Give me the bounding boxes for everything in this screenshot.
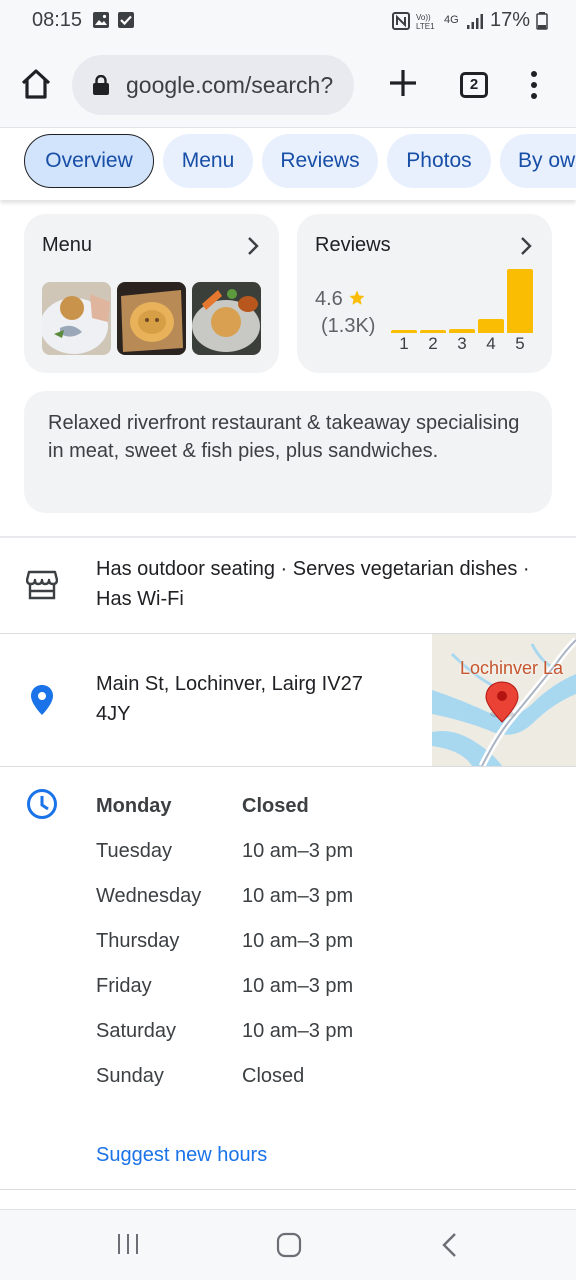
tab-switcher-button[interactable]: 2 bbox=[460, 72, 488, 98]
hours-day: Saturday bbox=[96, 1020, 177, 1042]
chip-by-owner[interactable]: By ow bbox=[500, 134, 576, 188]
menu-photo-1[interactable] bbox=[42, 282, 111, 355]
rating-bar-label: 4 bbox=[486, 334, 496, 353]
address-bar[interactable]: google.com/search? bbox=[72, 55, 354, 115]
hours-time: 10 am–3 pm bbox=[242, 930, 354, 952]
hours-time: Closed bbox=[242, 1065, 305, 1087]
place-description: Relaxed riverfront restaurant & takeaway… bbox=[24, 391, 552, 513]
url-text: google.com/search? bbox=[126, 71, 334, 98]
map-image bbox=[432, 634, 576, 766]
hours-day: Friday bbox=[96, 975, 152, 997]
reviews-card[interactable]: Reviews 4.6 (1.3K) 12345 bbox=[297, 214, 552, 373]
browser-toolbar: google.com/search? 2 bbox=[0, 42, 576, 128]
hours-time: 10 am–3 pm bbox=[242, 975, 354, 997]
star-icon bbox=[349, 290, 365, 305]
section-divider bbox=[0, 766, 576, 767]
chevron-right-icon bbox=[521, 237, 532, 255]
checkbox-notification-icon bbox=[118, 12, 134, 28]
rating-bar-1 bbox=[391, 330, 417, 333]
signal-icon bbox=[466, 13, 483, 29]
hours-time: 10 am–3 pm bbox=[242, 885, 354, 907]
recent-apps-icon[interactable] bbox=[116, 1232, 140, 1256]
rating-bar-label: 3 bbox=[457, 334, 467, 353]
hours-time: 10 am–3 pm bbox=[242, 840, 354, 862]
review-count: (1.3K) bbox=[321, 315, 376, 337]
rating-bar-2 bbox=[420, 330, 446, 333]
chip-photos[interactable]: Photos bbox=[387, 134, 491, 188]
rating-bar-label: 5 bbox=[515, 334, 525, 353]
map-thumbnail[interactable]: Lochinver La bbox=[432, 634, 576, 766]
chevron-right-icon bbox=[248, 237, 259, 255]
hours-day: Sunday bbox=[96, 1065, 164, 1087]
suggest-new-hours-link[interactable]: Suggest new hours bbox=[96, 1144, 267, 1167]
rating-bar-4 bbox=[478, 319, 504, 333]
location-pin-icon bbox=[31, 685, 53, 715]
status-bar: 08:15 Vo)) LTE1 4G 17% bbox=[0, 0, 576, 42]
status-time: 08:15 bbox=[32, 9, 83, 31]
more-options-icon[interactable] bbox=[522, 70, 546, 100]
lock-icon bbox=[93, 75, 109, 95]
rating-bar-5 bbox=[507, 269, 533, 333]
home-nav-icon[interactable] bbox=[276, 1232, 302, 1258]
new-tab-icon[interactable] bbox=[386, 66, 420, 100]
chip-reviews[interactable]: Reviews bbox=[262, 134, 378, 188]
rating-bar-label: 1 bbox=[399, 334, 409, 353]
hours-time: Closed bbox=[242, 795, 309, 817]
battery-percent: 17% bbox=[489, 9, 530, 31]
section-chips: Overview Menu Reviews Photos By ow bbox=[0, 128, 576, 200]
svg-text:Vo)): Vo)) bbox=[416, 13, 431, 22]
menu-photo-2[interactable] bbox=[117, 282, 186, 355]
menu-photo-3[interactable] bbox=[192, 282, 261, 355]
battery-icon bbox=[536, 11, 548, 30]
section-divider bbox=[0, 1189, 576, 1190]
svg-text:LTE1: LTE1 bbox=[416, 22, 435, 30]
gallery-notification-icon bbox=[93, 12, 109, 28]
chip-overview[interactable]: Overview bbox=[24, 134, 154, 188]
menu-card[interactable]: Menu bbox=[24, 214, 279, 373]
volte-icon: Vo)) LTE1 bbox=[416, 13, 435, 30]
menu-card-title: Menu bbox=[42, 234, 93, 256]
rating-bar-label: 2 bbox=[428, 334, 438, 353]
section-divider bbox=[0, 536, 576, 538]
system-navigation-bar bbox=[0, 1209, 576, 1280]
hours-day: Thursday bbox=[96, 930, 180, 952]
status-right: Vo)) LTE1 4G 17% bbox=[391, 9, 548, 32]
storefront-icon bbox=[26, 570, 58, 600]
clock-icon bbox=[27, 789, 57, 819]
hours-time: 10 am–3 pm bbox=[242, 1020, 354, 1042]
address-text: Main St, Lochinver, Lairg IV27 4JY bbox=[96, 673, 363, 725]
hours-day: Wednesday bbox=[96, 885, 202, 907]
chip-menu[interactable]: Menu bbox=[163, 134, 253, 188]
amenities-text: Has outdoor seating · Serves vegetarian … bbox=[96, 558, 530, 610]
nfc-icon bbox=[391, 11, 410, 30]
reviews-card-title: Reviews bbox=[315, 234, 391, 256]
map-place-label: Lochinver La bbox=[460, 658, 564, 678]
rating-bar-3 bbox=[449, 329, 475, 333]
home-icon[interactable] bbox=[18, 66, 54, 102]
hours-day: Monday bbox=[96, 795, 172, 817]
hours-day: Tuesday bbox=[96, 840, 172, 862]
back-icon[interactable] bbox=[440, 1232, 460, 1258]
network-type: 4G bbox=[443, 14, 459, 26]
rating-value: 4.6 bbox=[315, 288, 366, 311]
